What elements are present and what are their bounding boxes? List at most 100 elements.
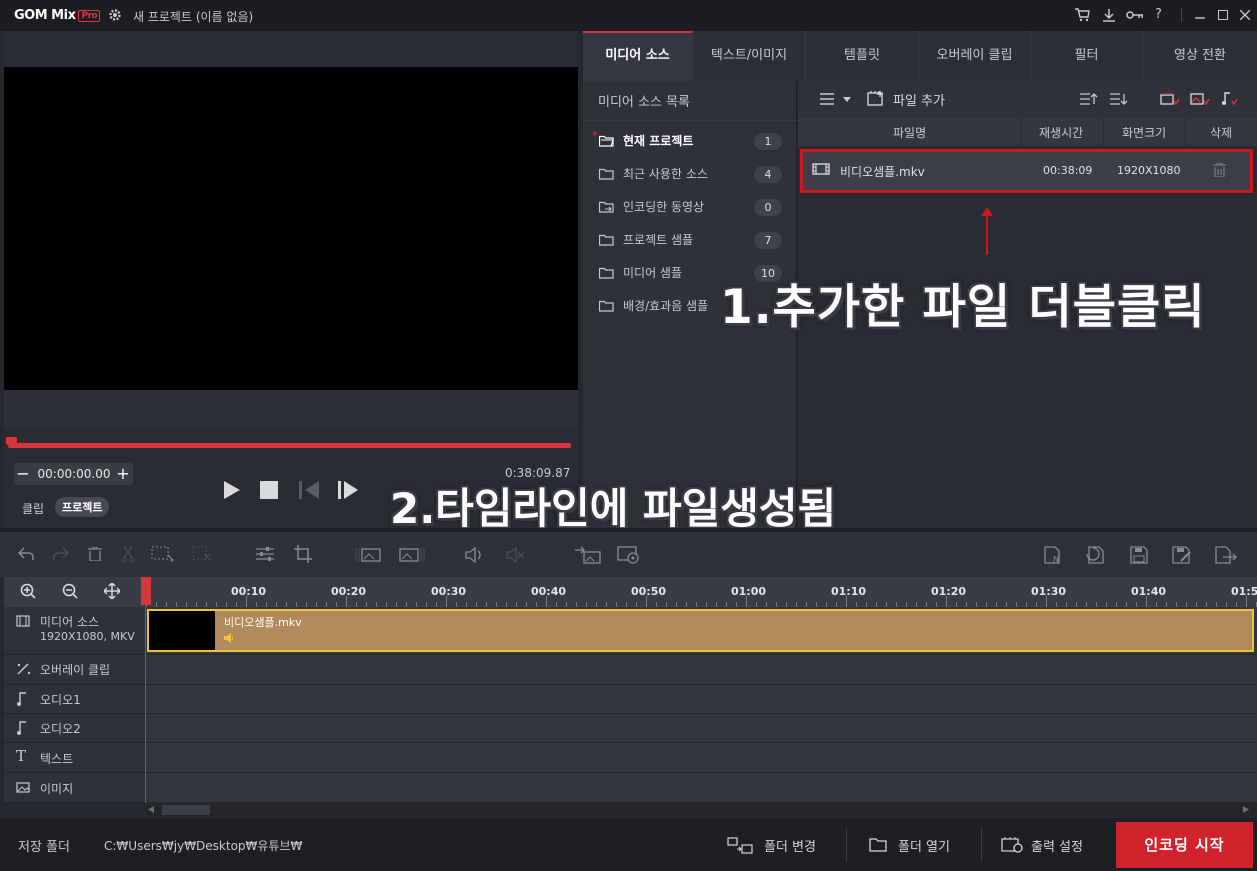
divider: [981, 828, 982, 862]
fit-timeline-icon[interactable]: [104, 583, 120, 599]
ruler-ticks: [146, 596, 1257, 607]
track-overlay[interactable]: [146, 655, 1257, 685]
media-list-item-project-samples[interactable]: 프로젝트 샘플 7: [583, 224, 797, 257]
timecode-increase-button[interactable]: +: [114, 463, 132, 485]
volume-icon[interactable]: [465, 547, 485, 563]
image-filter-icon[interactable]: [1190, 92, 1210, 106]
file-table-header: [798, 118, 1257, 146]
save-as-icon[interactable]: [1172, 546, 1192, 564]
tab-media-source[interactable]: 미디어 소스: [583, 31, 693, 81]
track-text[interactable]: [146, 743, 1257, 773]
track-audio1[interactable]: [146, 685, 1257, 714]
image-right-icon[interactable]: [399, 547, 425, 563]
key-icon[interactable]: [1126, 8, 1144, 22]
sort-descending-icon[interactable]: [1110, 92, 1128, 106]
tab-template[interactable]: 템플릿: [806, 31, 919, 81]
stop-icon[interactable]: [260, 481, 278, 499]
select-region-icon[interactable]: [151, 546, 175, 562]
annotation-step2: 2.타임라인에 파일생성됨: [390, 484, 837, 533]
ruler-tick-label: 01:50: [1231, 585, 1257, 598]
export-project-icon[interactable]: [1215, 546, 1237, 564]
scroll-right-icon[interactable]: [1243, 806, 1249, 813]
video-filter-icon[interactable]: [1160, 92, 1180, 106]
folder-change-icon[interactable]: [727, 836, 753, 854]
tab-overlay-clip[interactable]: 오버레이 클립: [919, 31, 1031, 81]
mute-icon[interactable]: [506, 547, 526, 563]
add-file-icon[interactable]: [867, 90, 885, 106]
column-header-filename[interactable]: 파일명: [893, 124, 926, 141]
save-icon[interactable]: [1130, 546, 1148, 564]
save-folder-path: C:₩Users₩jy₩Desktop₩유튜브₩: [104, 839, 303, 853]
app-logo: GOM Mix Pro: [14, 8, 101, 23]
next-frame-icon[interactable]: [338, 481, 358, 499]
ruler-tick-label: 01:20: [931, 585, 967, 598]
replace-clip-icon[interactable]: [574, 546, 602, 564]
maximize-icon[interactable]: [1218, 10, 1228, 20]
tab-text-image[interactable]: 텍스트/이미지: [693, 31, 806, 81]
trash-icon[interactable]: [1213, 163, 1226, 177]
play-icon[interactable]: [223, 480, 241, 500]
download-icon[interactable]: [1102, 8, 1116, 22]
sort-ascending-icon[interactable]: [1080, 92, 1098, 106]
media-list-item-current-project[interactable]: * 현재 프로젝트 1: [583, 125, 797, 158]
split-icon[interactable]: [121, 545, 135, 563]
crop-icon[interactable]: [294, 545, 312, 563]
add-file-button[interactable]: 파일 추가: [893, 90, 945, 109]
help-icon[interactable]: ?: [1155, 7, 1162, 22]
track-label-overlay: 오버레이 클립: [4, 655, 145, 685]
timeline-scroll-thumb[interactable]: [162, 805, 210, 815]
open-folder-button[interactable]: 폴더 열기: [898, 836, 950, 855]
scroll-left-icon[interactable]: [148, 806, 154, 813]
file-resolution: 1920X1080: [1117, 164, 1181, 177]
column-header-delete: 삭제: [1210, 126, 1233, 140]
column-header-duration[interactable]: 재생시간: [1039, 124, 1083, 141]
new-project-icon[interactable]: N: [1044, 546, 1064, 564]
gear-icon[interactable]: [108, 8, 122, 22]
previous-frame-icon[interactable]: [299, 481, 319, 499]
chevron-down-icon[interactable]: [843, 97, 851, 102]
preview-clip-icon[interactable]: [617, 546, 641, 564]
media-list-item-recent[interactable]: 최근 사용한 소스 4: [583, 158, 797, 191]
project-mode-tab[interactable]: 프로젝트: [55, 497, 110, 517]
seek-bar[interactable]: [8, 443, 571, 448]
timeline-scrollbar[interactable]: [146, 803, 1257, 816]
image-left-icon[interactable]: [355, 547, 381, 563]
menu-icon[interactable]: [820, 93, 834, 105]
close-icon[interactable]: [1240, 10, 1250, 20]
clear-selection-icon[interactable]: [192, 546, 212, 562]
text-icon: T: [16, 747, 27, 765]
output-settings-icon[interactable]: [1001, 836, 1025, 854]
ruler-tick-label: 00:10: [231, 585, 267, 598]
file-name: 비디오샘플.mkv: [840, 165, 925, 179]
cart-icon[interactable]: [1074, 8, 1090, 22]
media-list-item-label: 최근 사용한 소스: [623, 167, 708, 181]
minimize-icon[interactable]: [1195, 10, 1205, 20]
change-folder-button[interactable]: 폴더 변경: [764, 836, 816, 855]
column-header-resolution[interactable]: 화면크기: [1122, 124, 1166, 141]
folder-icon[interactable]: [869, 838, 887, 852]
zoom-in-icon[interactable]: [20, 583, 36, 599]
undo-icon[interactable]: [18, 547, 34, 561]
start-encoding-button[interactable]: 인코딩 시작: [1116, 822, 1253, 868]
audio-filter-icon[interactable]: [1221, 92, 1239, 106]
timecode-value[interactable]: 00:00:00.00: [34, 467, 114, 481]
clip-mode-tab[interactable]: 클립: [22, 500, 44, 517]
timeline-clip[interactable]: [147, 609, 1254, 652]
zoom-out-icon[interactable]: [62, 583, 78, 599]
track-audio2[interactable]: [146, 714, 1257, 743]
delete-icon[interactable]: [88, 547, 102, 561]
tab-transition[interactable]: 영상 전환: [1143, 31, 1257, 81]
track-image[interactable]: [146, 773, 1257, 803]
media-list-count: 1: [754, 133, 782, 150]
svg-text:N: N: [1053, 555, 1059, 564]
speaker-icon: [223, 633, 235, 643]
media-list-item-encoded[interactable]: 인코딩한 동영상 0: [583, 191, 797, 224]
adjust-icon[interactable]: [256, 546, 274, 562]
timecode-decrease-button[interactable]: −: [14, 463, 32, 485]
track-label-image: 이미지: [4, 773, 145, 803]
open-recent-icon[interactable]: [1086, 546, 1106, 564]
playhead-handle[interactable]: [141, 577, 151, 605]
tab-filter[interactable]: 필터: [1031, 31, 1143, 81]
output-settings-button[interactable]: 출력 설정: [1031, 836, 1083, 855]
redo-icon[interactable]: [53, 547, 69, 561]
